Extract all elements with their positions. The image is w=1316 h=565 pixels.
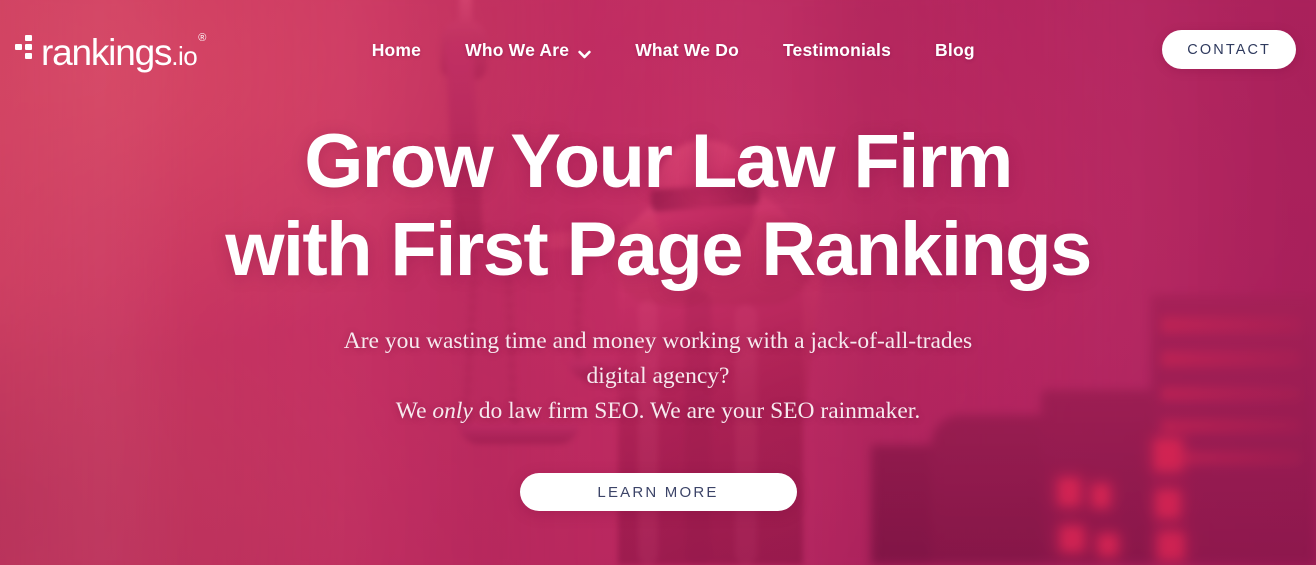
nav-item-blog[interactable]: Blog — [935, 40, 975, 61]
subtitle-line-1: Are you wasting time and money working w… — [343, 328, 973, 354]
cta-row: LEARN MORE — [40, 473, 1276, 511]
main-navigation: Home Who We Are What We Do Testimonials — [204, 26, 1162, 74]
chevron-down-icon — [578, 45, 591, 58]
logo-wordmark: rankings.io® — [41, 31, 206, 73]
nav-item-what-we-do[interactable]: What We Do — [635, 40, 739, 61]
page-title: Grow Your Law Firm with First Page Ranki… — [40, 118, 1276, 294]
site-header: rankings.io® Home Who We Are What We Do — [0, 0, 1316, 120]
site-logo[interactable]: rankings.io® — [14, 26, 206, 74]
hero-subtitle: Are you wasting time and money working w… — [40, 324, 1276, 429]
contact-button[interactable]: CONTACT — [1162, 30, 1296, 69]
headline-line-1: Grow Your Law Firm — [304, 119, 1013, 204]
subtitle-line-3: We only do law firm SEO. We are your SEO… — [40, 394, 1276, 429]
plus-mark-icon — [14, 35, 40, 65]
registered-mark-icon: ® — [198, 32, 206, 45]
nav-item-who-we-are[interactable]: Who We Are — [465, 40, 591, 61]
subtitle-line-2: digital agency? — [586, 363, 730, 389]
subtitle-line-3-pre: We — [395, 398, 433, 424]
learn-more-button[interactable]: LEARN MORE — [519, 473, 797, 511]
nav-item-testimonials[interactable]: Testimonials — [783, 40, 891, 61]
logo-name: rankings — [41, 31, 172, 73]
subtitle-line-3-post: do law firm SEO. We are your SEO rainmak… — [472, 398, 921, 424]
hero-content: rankings.io® Home Who We Are What We Do — [0, 0, 1316, 565]
learn-more-button-label: LEARN MORE — [597, 483, 719, 501]
nav-item-label: Who We Are — [465, 39, 570, 60]
headline-line-2: with First Page Rankings — [225, 207, 1092, 292]
nav-item-label: Blog — [935, 39, 975, 60]
nav-item-home[interactable]: Home — [372, 40, 421, 61]
subtitle-emphasis: only — [432, 398, 473, 424]
nav-item-label: Home — [371, 39, 422, 60]
contact-button-label: CONTACT — [1187, 41, 1271, 58]
logo-tld: .io — [171, 40, 198, 71]
nav-item-label: Testimonials — [782, 39, 892, 60]
hero-section: rankings.io® Home Who We Are What We Do — [0, 0, 1316, 565]
hero-copy-block: Grow Your Law Firm with First Page Ranki… — [0, 118, 1316, 511]
nav-item-label: What We Do — [635, 39, 739, 60]
